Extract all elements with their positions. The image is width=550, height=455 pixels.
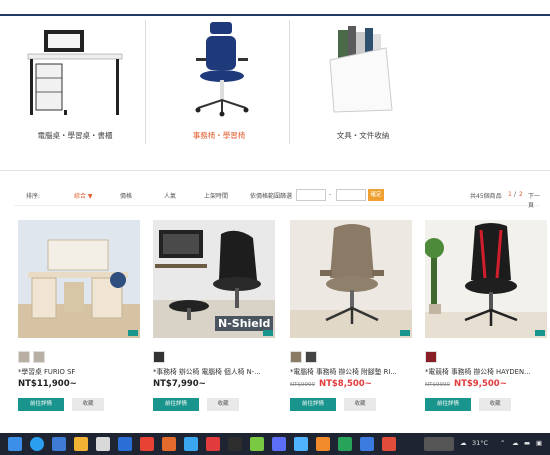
category-stationery[interactable]: 文具・文件收納 [294, 16, 432, 146]
product-name[interactable]: *學習桌 FURIO SF [18, 366, 140, 376]
product-card: *電競椅 事務椅 辦公椅 HAYDEN... NT$9990 NT$9,500~ … [425, 220, 547, 420]
product-name[interactable]: *電腦椅 事務椅 辦公椅 附腳墊 RI... [290, 366, 412, 376]
notification-icon[interactable]: ▣ [536, 439, 542, 447]
next-page-link[interactable]: 下一頁 [528, 191, 540, 209]
page-current: 1 [508, 191, 512, 198]
chair-image [195, 22, 249, 117]
line-icon[interactable] [250, 437, 264, 451]
category-chair[interactable]: 事務椅・學習椅 [150, 16, 288, 146]
sort-bar: 排序: 綜合 ▼ 價格 人氣 上架時間 依價格範圍篩選 - 確定 共45個商品 … [14, 186, 540, 209]
details-button[interactable]: 前往詳情 [153, 398, 199, 411]
variant-thumb[interactable] [290, 351, 302, 363]
start-icon[interactable] [8, 437, 22, 451]
app-icon[interactable] [96, 437, 110, 451]
cloud-icon[interactable]: ☁ [512, 439, 519, 447]
details-button[interactable]: 前往詳情 [290, 398, 336, 411]
category-desk[interactable]: 電腦桌・學習桌・書櫃 [6, 16, 144, 146]
product-card: *學習桌 FURIO SF NT$11,900~ 前往詳情 收藏 [18, 220, 140, 420]
category-label: 電腦桌・學習桌・書櫃 [37, 131, 113, 140]
temperature: 31°C [472, 439, 489, 447]
tray-chevron-icon[interactable]: ⌃ [500, 439, 505, 447]
page-total: 2 [519, 191, 523, 198]
app-icon[interactable] [184, 437, 198, 451]
divider [145, 20, 146, 144]
product-name[interactable]: *事務椅 辦公椅 電腦椅 個人椅 N-... [153, 366, 275, 376]
taskbar-thumbnail[interactable] [424, 437, 454, 451]
favorite-button[interactable]: 收藏 [479, 398, 511, 411]
category-label: 文具・文件收納 [336, 131, 390, 140]
app-icon[interactable] [162, 437, 176, 451]
section-divider [0, 170, 550, 171]
result-count: 共45個商品 [470, 193, 502, 200]
category-row: 電腦桌・學習桌・書櫃 事務椅・學習椅 文具・文件收納 [0, 16, 550, 146]
product-image[interactable] [18, 220, 140, 338]
app-icon[interactable] [382, 437, 396, 451]
details-button[interactable]: 前往詳情 [425, 398, 471, 411]
n-shield-logo: N-Shield [215, 316, 274, 331]
folder-icon[interactable] [74, 437, 88, 451]
product-card: *電腦椅 事務椅 辦公椅 附腳墊 RI... NT$9990 NT$8,500~ … [290, 220, 412, 420]
product-image[interactable] [425, 220, 547, 338]
favorite-button[interactable]: 收藏 [207, 398, 239, 411]
product-name[interactable]: *電競椅 事務椅 辦公椅 HAYDEN... [425, 366, 547, 376]
price-min-input[interactable] [296, 189, 326, 201]
variant-thumb[interactable] [425, 351, 437, 363]
app-icon[interactable] [228, 437, 242, 451]
category-label: 事務椅・學習椅 [192, 131, 246, 140]
favorite-button[interactable]: 收藏 [72, 398, 104, 411]
old-price: NT$9990 [290, 382, 315, 388]
product-price: NT$9990 NT$9,500~ [425, 379, 507, 389]
file-box-image [329, 26, 393, 113]
variant-thumb[interactable] [153, 351, 165, 363]
variant-thumb[interactable] [18, 351, 30, 363]
sort-option-price[interactable]: 價格 [120, 191, 132, 200]
product-thumbs [153, 348, 168, 363]
favorite-button[interactable]: 收藏 [344, 398, 376, 411]
app-icon[interactable] [360, 437, 374, 451]
product-tag [400, 330, 410, 336]
product-tag [128, 330, 138, 336]
price-dash: - [329, 191, 332, 198]
price-filter-label: 依價格範圍篩選 [250, 193, 293, 200]
divider [289, 20, 290, 144]
product-image[interactable] [290, 220, 412, 338]
product-price: NT$9990 NT$8,500~ [290, 379, 372, 389]
page-sep: / [514, 191, 517, 198]
product-thumbs [18, 348, 48, 363]
variant-thumb[interactable] [33, 351, 45, 363]
product-tag [263, 330, 273, 336]
app-icon[interactable] [140, 437, 154, 451]
product-thumbs [425, 348, 440, 363]
windows-taskbar: ☁ 31°C ⌃ ☁ ▬ ▣ [0, 433, 550, 455]
old-price: NT$9990 [425, 382, 450, 388]
product-price: NT$7,990~ [153, 379, 206, 389]
store-icon[interactable] [52, 437, 66, 451]
product-price: NT$11,900~ [18, 379, 77, 389]
discord-icon[interactable] [272, 437, 286, 451]
price-ok-button[interactable]: 確定 [368, 189, 384, 201]
sort-option-default[interactable]: 綜合 ▼ [74, 191, 93, 200]
variant-thumb[interactable] [305, 351, 317, 363]
sort-option-popular[interactable]: 人氣 [164, 191, 176, 200]
network-icon[interactable]: ▬ [524, 439, 530, 447]
product-tag [535, 330, 545, 336]
app-icon[interactable] [338, 437, 352, 451]
sort-label: 排序: [26, 193, 41, 200]
edge-icon[interactable] [30, 437, 44, 451]
product-image[interactable]: N-Shield [153, 220, 275, 338]
desk-image [27, 30, 123, 115]
product-thumbs [290, 348, 320, 363]
details-button[interactable]: 前往詳情 [18, 398, 64, 411]
app-icon[interactable] [206, 437, 220, 451]
weather-icon: ☁ [460, 439, 467, 447]
app-icon[interactable] [294, 437, 308, 451]
price-max-input[interactable] [336, 189, 366, 201]
app-icon[interactable] [118, 437, 132, 451]
app-icon[interactable] [316, 437, 330, 451]
sort-option-new[interactable]: 上架時間 [204, 191, 228, 200]
product-card: N-Shield *事務椅 辦公椅 電腦椅 個人椅 N-... NT$7,990… [153, 220, 275, 420]
